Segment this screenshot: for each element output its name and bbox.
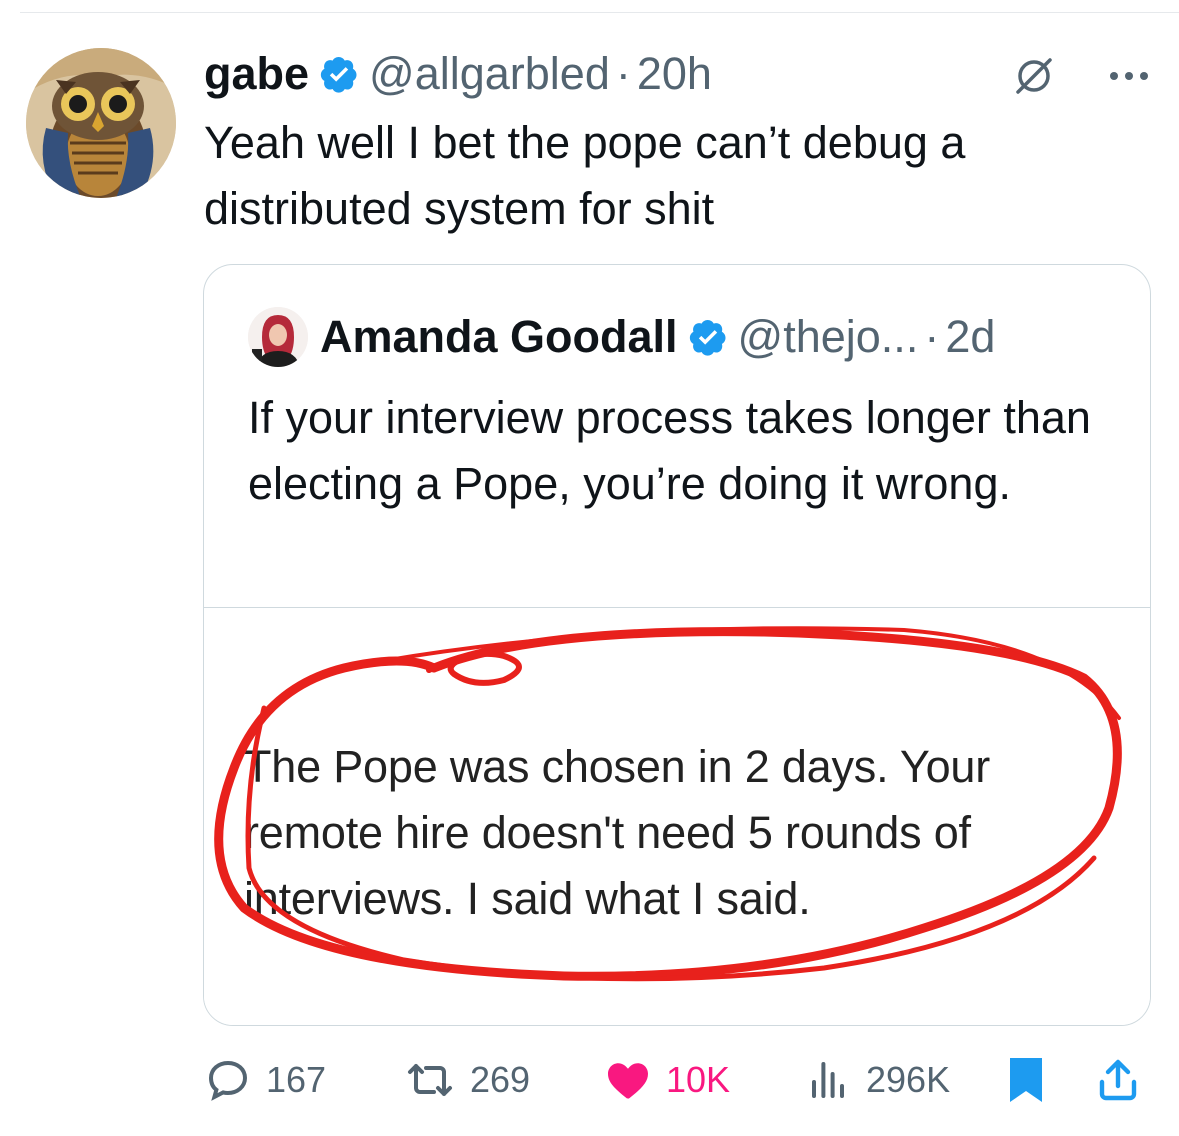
- quoted-tweet[interactable]: Amanda Goodall @thejo... · 2d If your in…: [203, 264, 1151, 1026]
- bookmark-button[interactable]: [1004, 1050, 1048, 1110]
- views-chart-icon: [812, 1062, 844, 1098]
- bookmark-icon: [1010, 1058, 1042, 1102]
- author-avatar[interactable]: [26, 48, 176, 198]
- reply-count: 167: [266, 1059, 327, 1100]
- repost-icon: [408, 1064, 452, 1096]
- repost-button[interactable]: 269: [404, 1050, 530, 1110]
- top-divider: [20, 12, 1179, 13]
- verified-badge-icon: [320, 57, 357, 93]
- share-icon: [1099, 1059, 1137, 1101]
- red-circle-scribble: [214, 626, 1122, 982]
- quoted-tweet-time[interactable]: 2d: [945, 311, 995, 363]
- quoted-author-handle[interactable]: @thejo...: [738, 311, 919, 363]
- heart-icon: [608, 1063, 648, 1099]
- share-button[interactable]: [1094, 1050, 1142, 1110]
- tweet-header: gabe @allgarbled · 20h: [204, 44, 712, 104]
- quoted-author-name[interactable]: Amanda Goodall: [320, 311, 678, 363]
- separator-dot: ·: [924, 311, 940, 362]
- quoted-media-image[interactable]: The Pope was chosen in 2 days. Your remo…: [204, 608, 1150, 1025]
- like-count: 10K: [666, 1059, 731, 1100]
- owl-icon: [26, 48, 176, 198]
- reply-icon: [208, 1060, 248, 1101]
- repost-count: 269: [470, 1059, 531, 1100]
- author-handle[interactable]: @allgarbled: [369, 48, 610, 100]
- verified-badge-icon: [689, 320, 726, 356]
- grok-icon[interactable]: [1012, 54, 1056, 98]
- quoted-author-avatar[interactable]: [248, 307, 308, 367]
- author-name[interactable]: gabe: [204, 48, 309, 100]
- reply-button[interactable]: 167: [204, 1050, 326, 1110]
- action-bar: 167 269 10K 296K: [0, 1050, 1179, 1110]
- separator-dot: ·: [615, 48, 631, 99]
- like-button[interactable]: 10K: [604, 1050, 730, 1110]
- views-button[interactable]: 296K: [804, 1050, 950, 1110]
- quoted-tweet-text: If your interview process takes longer t…: [248, 392, 1091, 509]
- tweet-time[interactable]: 20h: [637, 48, 712, 100]
- more-options-icon[interactable]: [1104, 56, 1154, 96]
- tweet-text: Yeah well I bet the pope can’t debug a d…: [204, 117, 966, 234]
- person-avatar-icon: [248, 307, 308, 367]
- view-count: 296K: [866, 1059, 951, 1100]
- quoted-tweet-header: Amanda Goodall @thejo... · 2d: [248, 307, 995, 367]
